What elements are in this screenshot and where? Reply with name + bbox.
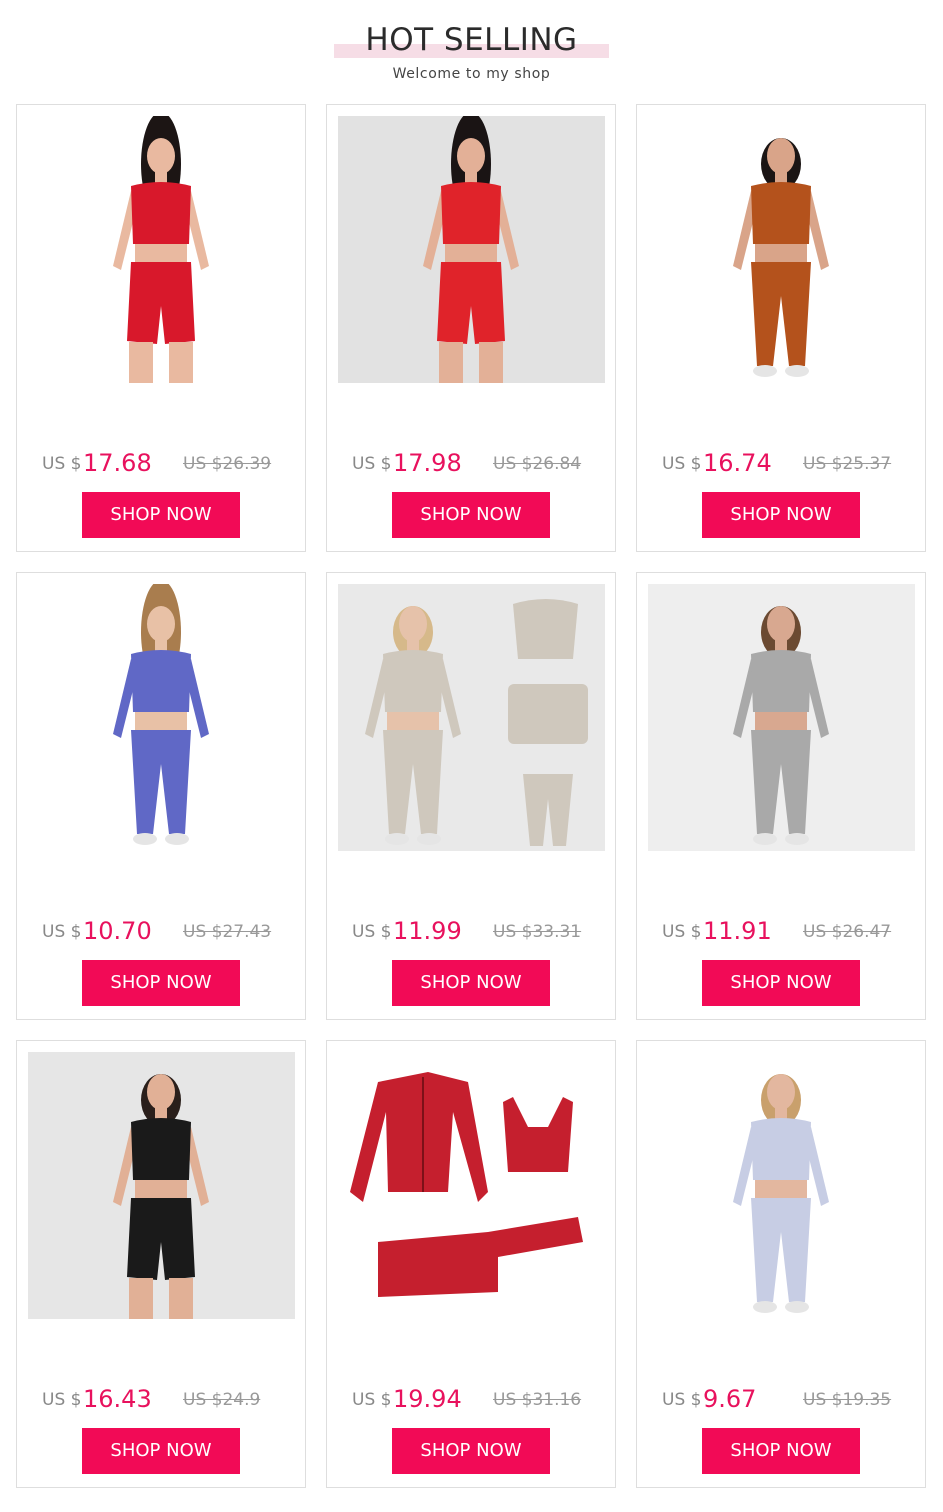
- sale-price: 10.70: [83, 917, 152, 945]
- product-card[interactable]: US $ 9.67 US $19.35 SHOP NOW: [636, 1040, 926, 1488]
- original-price: US $26.47: [803, 922, 892, 942]
- product-grid: US $ 17.68 US $26.39 SHOP NOW US $ 17.98…: [16, 104, 927, 1488]
- price-row: US $ 17.98 US $26.84: [352, 449, 602, 479]
- currency-label: US $: [662, 454, 702, 474]
- page-subtitle: Welcome to my shop: [392, 66, 551, 82]
- original-price: US $33.31: [493, 922, 582, 942]
- product-image[interactable]: [338, 1052, 605, 1319]
- currency-label: US $: [662, 1390, 702, 1410]
- shop-now-button[interactable]: SHOP NOW: [392, 1428, 550, 1474]
- currency-label: US $: [662, 922, 702, 942]
- product-image[interactable]: [648, 1052, 915, 1319]
- shop-now-button[interactable]: SHOP NOW: [702, 492, 860, 538]
- shop-now-button[interactable]: SHOP NOW: [702, 1428, 860, 1474]
- currency-label: US $: [352, 454, 392, 474]
- original-price: US $26.39: [183, 454, 272, 474]
- price-row: US $ 10.70 US $27.43: [42, 917, 292, 947]
- shop-now-button[interactable]: SHOP NOW: [82, 960, 240, 1006]
- sale-price: 11.99: [393, 917, 462, 945]
- currency-label: US $: [42, 454, 82, 474]
- currency-label: US $: [42, 922, 82, 942]
- shop-now-button[interactable]: SHOP NOW: [392, 492, 550, 538]
- product-card[interactable]: US $ 17.98 US $26.84 SHOP NOW: [326, 104, 616, 552]
- price-row: US $ 16.43 US $24.9: [42, 1385, 292, 1415]
- product-image[interactable]: [338, 116, 605, 383]
- shop-now-button[interactable]: SHOP NOW: [702, 960, 860, 1006]
- sale-price: 17.68: [83, 449, 152, 477]
- original-price: US $26.84: [493, 454, 582, 474]
- product-photo: [338, 1052, 605, 1319]
- product-photo: [28, 1052, 295, 1319]
- price-row: US $ 11.99 US $33.31: [352, 917, 602, 947]
- sale-price: 9.67: [703, 1385, 757, 1413]
- product-card[interactable]: US $ 19.94 US $31.16 SHOP NOW: [326, 1040, 616, 1488]
- currency-label: US $: [42, 1390, 82, 1410]
- product-photo: [648, 1052, 915, 1319]
- original-price: US $24.9: [183, 1390, 261, 1410]
- product-image[interactable]: [338, 584, 605, 851]
- currency-label: US $: [352, 1390, 392, 1410]
- original-price: US $31.16: [493, 1390, 582, 1410]
- original-price: US $19.35: [803, 1390, 892, 1410]
- original-price: US $25.37: [803, 454, 892, 474]
- header: HOT SELLING Welcome to my shop: [0, 0, 943, 100]
- product-card[interactable]: US $ 11.91 US $26.47 SHOP NOW: [636, 572, 926, 1020]
- product-photo: [338, 584, 605, 851]
- product-photo: [338, 116, 605, 383]
- page-title: HOT SELLING: [365, 22, 578, 58]
- price-row: US $ 11.91 US $26.47: [662, 917, 912, 947]
- product-image[interactable]: [28, 1052, 295, 1319]
- product-image[interactable]: [28, 116, 295, 383]
- product-photo: [28, 584, 295, 851]
- sale-price: 16.43: [83, 1385, 152, 1413]
- product-card[interactable]: US $ 11.99 US $33.31 SHOP NOW: [326, 572, 616, 1020]
- sale-price: 17.98: [393, 449, 462, 477]
- shop-now-button[interactable]: SHOP NOW: [82, 492, 240, 538]
- currency-label: US $: [352, 922, 392, 942]
- product-photo: [648, 584, 915, 851]
- sale-price: 16.74: [703, 449, 772, 477]
- product-image[interactable]: [648, 584, 915, 851]
- price-row: US $ 19.94 US $31.16: [352, 1385, 602, 1415]
- product-photo: [648, 116, 915, 383]
- sale-price: 19.94: [393, 1385, 462, 1413]
- sale-price: 11.91: [703, 917, 772, 945]
- shop-now-button[interactable]: SHOP NOW: [392, 960, 550, 1006]
- product-photo: [28, 116, 295, 383]
- original-price: US $27.43: [183, 922, 272, 942]
- product-card[interactable]: US $ 16.43 US $24.9 SHOP NOW: [16, 1040, 306, 1488]
- product-image[interactable]: [28, 584, 295, 851]
- product-card[interactable]: US $ 10.70 US $27.43 SHOP NOW: [16, 572, 306, 1020]
- shop-now-button[interactable]: SHOP NOW: [82, 1428, 240, 1474]
- price-row: US $ 17.68 US $26.39: [42, 449, 292, 479]
- product-image[interactable]: [648, 116, 915, 383]
- price-row: US $ 16.74 US $25.37: [662, 449, 912, 479]
- price-row: US $ 9.67 US $19.35: [662, 1385, 912, 1415]
- product-card[interactable]: US $ 17.68 US $26.39 SHOP NOW: [16, 104, 306, 552]
- product-card[interactable]: US $ 16.74 US $25.37 SHOP NOW: [636, 104, 926, 552]
